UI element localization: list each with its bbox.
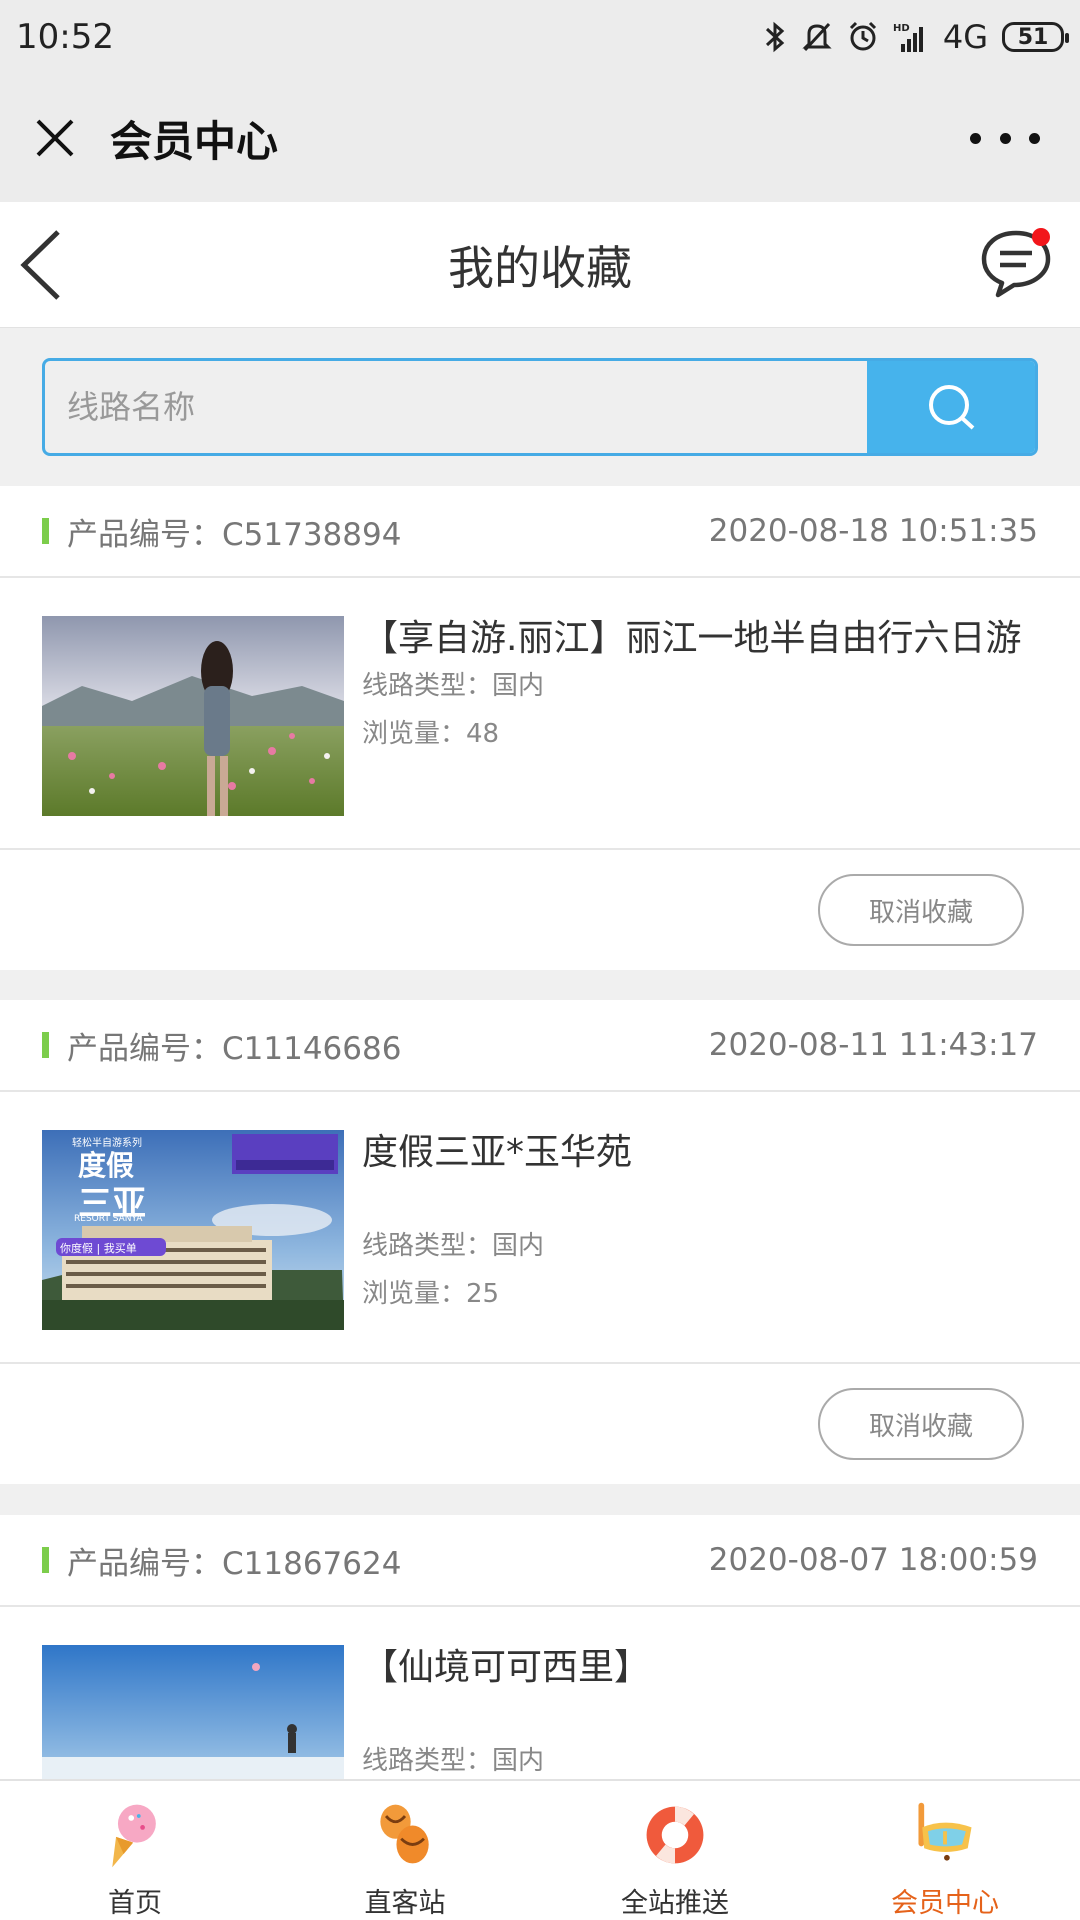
wechat-title-bar: 会员中心 (0, 74, 1080, 202)
accent-bar (42, 518, 49, 544)
search-icon (929, 385, 975, 430)
product-code: 产品编号：C11867624 (67, 1545, 402, 1582)
card-footer: 取消收藏 (0, 850, 1080, 970)
product-name: 【仙境可可西里】 (362, 1647, 651, 1688)
tab-label: 全站推送 (621, 1888, 729, 1919)
view-count: 浏览量：25 (362, 1279, 500, 1309)
accent-bar (42, 1547, 49, 1573)
bluetooth-icon (765, 21, 785, 53)
wechat-title: 会员中心 (110, 116, 279, 166)
product-link[interactable]: 轻松半自游系列 度假 三亚 RESORT SANYA 你度假 | 我买单 度假三… (0, 1092, 1080, 1364)
cancel-favorite-button[interactable]: 取消收藏 (818, 1388, 1024, 1460)
mute-bell-icon (802, 22, 832, 52)
favorite-date: 2020-08-07 18:00:59 (708, 1542, 1038, 1578)
favorite-card: 产品编号：C11146686 2020-08-11 11:43:17 轻松半自游… (0, 1000, 1080, 1484)
product-name: 【享自游.丽江】丽江一地半自由行六日游 (362, 618, 1022, 659)
page-header: 我的收藏 (0, 202, 1080, 328)
alarm-icon (849, 21, 876, 51)
tab-label: 会员中心 (891, 1888, 999, 1919)
product-code: 产品编号：C11146686 (67, 1030, 402, 1067)
card-footer: 取消收藏 (0, 1364, 1080, 1484)
route-type: 线路类型：国内 (362, 671, 545, 701)
tab-member-center[interactable]: 会员中心 (810, 1781, 1080, 1920)
route-type: 线路类型：国内 (362, 1746, 545, 1776)
status-time: 10:52 (16, 17, 114, 57)
product-name: 度假三亚*玉华苑 (362, 1132, 633, 1173)
close-button[interactable] (0, 74, 110, 202)
tab-home[interactable]: 首页 (0, 1781, 270, 1920)
tab-label: 直客站 (364, 1888, 446, 1919)
favorite-date: 2020-08-18 10:51:35 (708, 513, 1038, 549)
slippers-icon (380, 1804, 429, 1864)
product-link[interactable]: 【享自游.丽江】丽江一地半自由行六日游 线路类型：国内 浏览量：48 (0, 578, 1080, 850)
favorite-card: 产品编号：C51738894 2020-08-18 10:51:35 【享自游.… (0, 486, 1080, 970)
favorite-date: 2020-08-11 11:43:17 (708, 1027, 1038, 1063)
lifebuoy-icon (646, 1806, 704, 1864)
tab-direct-station[interactable]: 直客站 (270, 1781, 540, 1920)
search-area (0, 328, 1080, 486)
message-icon[interactable] (978, 227, 1054, 299)
close-icon (36, 119, 74, 157)
svg-text:HD: HD (893, 23, 910, 34)
route-type: 线路类型：国内 (362, 1231, 545, 1261)
card-header: 产品编号：C11867624 2020-08-07 18:00:59 (0, 1515, 1080, 1607)
battery-indicator: 51 (1002, 22, 1069, 52)
status-bar: 10:52 HD 4G 51 (0, 0, 1080, 74)
bottom-tab-bar: 首页 直客站 全站推送 会员中心 (0, 1779, 1080, 1920)
ice-cream-icon (112, 1804, 156, 1868)
product-code: 产品编号：C51738894 (67, 516, 402, 553)
card-header: 产品编号：C11146686 2020-08-11 11:43:17 (0, 1000, 1080, 1092)
cancel-favorite-button[interactable]: 取消收藏 (818, 874, 1024, 946)
search-box (42, 358, 1038, 456)
more-menu-button[interactable] (970, 118, 1040, 158)
view-count: 浏览量：48 (362, 719, 500, 749)
more-dot-icon (970, 132, 981, 144)
signal-icon: HD (893, 23, 923, 52)
more-dot-icon (999, 132, 1011, 144)
back-button[interactable] (10, 225, 70, 305)
thumb-resort-text: RESORT SANYA (74, 1214, 143, 1224)
snorkel-mask-icon (918, 1802, 972, 1861)
search-button[interactable] (867, 361, 1035, 453)
network-type: 4G (942, 18, 988, 56)
card-header: 产品编号：C51738894 2020-08-18 10:51:35 (0, 486, 1080, 578)
page-title: 我的收藏 (448, 240, 632, 295)
tab-site-push[interactable]: 全站推送 (540, 1781, 810, 1920)
thumb-badge-text: 你度假 | 我买单 (60, 1242, 137, 1255)
chevron-left-icon (20, 230, 60, 300)
more-dot-icon (1029, 132, 1040, 144)
tab-label: 首页 (108, 1888, 162, 1919)
product-thumbnail[interactable] (42, 616, 344, 816)
status-icons: HD 4G 51 (763, 18, 1069, 56)
search-input[interactable] (45, 361, 867, 453)
product-thumbnail[interactable]: 轻松半自游系列 度假 三亚 RESORT SANYA 你度假 | 我买单 (42, 1130, 344, 1330)
accent-bar (42, 1032, 49, 1058)
